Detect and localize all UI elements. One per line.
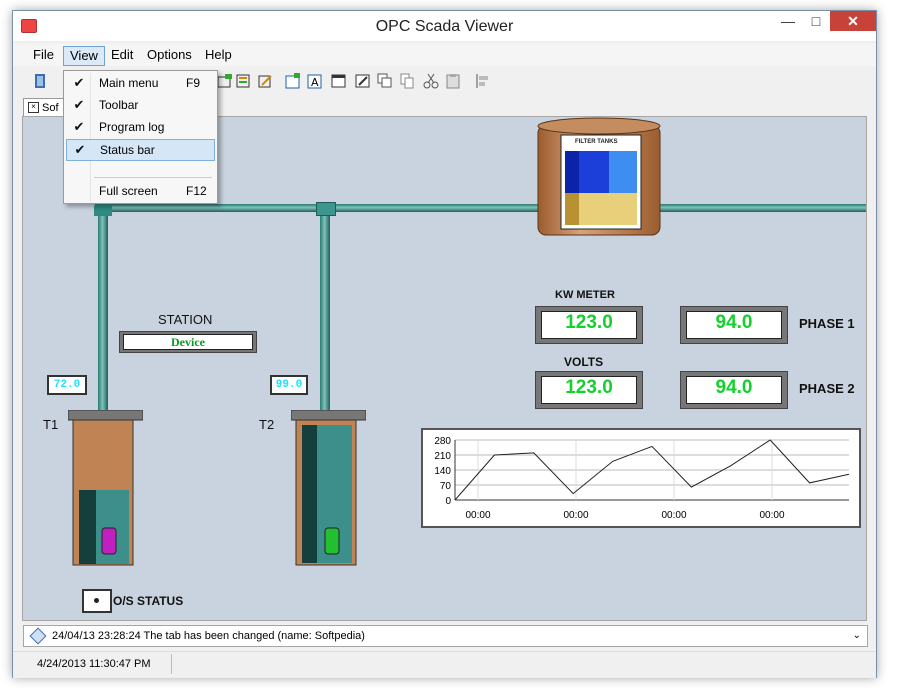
program-log[interactable]: 24/04/13 23:28:24 The tab has been chang… — [23, 625, 868, 647]
volts-value: 123.0 — [541, 376, 637, 404]
filter-tank — [537, 117, 661, 236]
device-label: Device — [123, 334, 253, 350]
os-status-label: O/S STATUS — [113, 594, 184, 608]
menu-view[interactable]: View — [63, 46, 105, 66]
kw-meter-label: KW METER — [555, 289, 615, 301]
view-menu: ✔ Main menu F9 ✔ Toolbar ✔ Program log ✔… — [63, 70, 218, 204]
text-tool-icon[interactable]: A — [307, 73, 323, 89]
layers-icon[interactable] — [377, 73, 393, 89]
phase2-label: PHASE 2 — [799, 381, 855, 396]
volts-display: 123.0 — [535, 371, 643, 409]
tab-close-icon[interactable]: × — [28, 102, 39, 113]
log-text: 24/04/13 23:28:24 The tab has been chang… — [52, 630, 365, 642]
device-display[interactable]: Device — [119, 331, 257, 353]
status-datetime: 4/24/2013 11:30:47 PM — [37, 658, 151, 670]
x-tick-label: 00:00 — [759, 510, 784, 521]
menu-item-program-log[interactable]: ✔ Program log — [66, 117, 213, 137]
main-window: OPC Scada Viewer — □ ✕ File View Edit Op… — [12, 10, 877, 678]
edit-icon[interactable] — [257, 73, 273, 89]
menu-file[interactable]: File — [27, 46, 60, 64]
align-icon[interactable] — [475, 73, 491, 89]
x-tick-label: 00:00 — [661, 510, 686, 521]
check-icon: ✔ — [73, 75, 85, 90]
menu-item-toolbar[interactable]: ✔ Toolbar — [66, 95, 213, 115]
tank2-label: T2 — [259, 417, 275, 432]
trend-chart-frame: 280 210 140 70 0 00:00 00:00 00:00 00:00 — [421, 428, 861, 528]
y-tick-label: 140 — [434, 466, 451, 477]
y-tick-label: 0 — [445, 496, 451, 507]
menu-help[interactable]: Help — [199, 46, 238, 64]
tank2 — [291, 410, 366, 566]
tank1 — [68, 410, 143, 566]
y-tick-label: 70 — [440, 481, 452, 492]
tab-label: Sof — [42, 102, 59, 114]
tank2-value: 99.0 — [270, 375, 308, 395]
volts-phase-display: 94.0 — [680, 371, 788, 409]
trend-chart: 280 210 140 70 0 00:00 00:00 00:00 00:00 — [434, 436, 850, 521]
log-info-icon — [29, 627, 47, 645]
station-label: STATION — [158, 312, 213, 327]
add-object-icon[interactable] — [217, 73, 233, 89]
maximize-button[interactable]: □ — [803, 11, 829, 31]
cut-icon[interactable] — [423, 73, 439, 89]
status-divider — [171, 654, 172, 674]
menu-item-main-menu[interactable]: ✔ Main menu F9 — [66, 73, 213, 93]
menu-edit[interactable]: Edit — [105, 46, 139, 64]
check-icon: ✔ — [73, 119, 85, 134]
menu-item-status-bar[interactable]: ✔ Status bar — [66, 139, 215, 161]
kw-meter-display: 123.0 — [535, 306, 643, 344]
exit-icon[interactable] — [33, 73, 49, 89]
phase1-label: PHASE 1 — [799, 316, 855, 331]
tank1-label: T1 — [43, 417, 59, 432]
kw-phase-value: 94.0 — [686, 311, 782, 339]
copy-icon[interactable] — [399, 73, 415, 89]
title-bar[interactable]: OPC Scada Viewer — □ ✕ — [13, 11, 876, 41]
menu-options[interactable]: Options — [141, 46, 198, 64]
menu-separator — [94, 177, 212, 178]
filter-tank-label: FILTER TANKS — [575, 139, 618, 145]
main-pipe — [98, 204, 866, 212]
status-dot-icon — [94, 598, 99, 603]
pipe-tee — [316, 202, 336, 216]
y-tick-label: 210 — [434, 451, 451, 462]
os-status-button[interactable] — [82, 589, 112, 613]
draw-icon[interactable] — [355, 73, 371, 89]
window-title: OPC Scada Viewer — [375, 18, 514, 35]
close-button[interactable]: ✕ — [830, 11, 876, 31]
new-page-icon[interactable] — [285, 73, 301, 89]
volts-phase-value: 94.0 — [686, 376, 782, 404]
svg-text:A: A — [311, 76, 319, 89]
kw-meter-value: 123.0 — [541, 311, 637, 339]
check-icon: ✔ — [73, 97, 85, 112]
menu-item-full-screen[interactable]: Full screen F12 — [66, 181, 213, 201]
volts-label: VOLTS — [564, 355, 604, 369]
check-icon: ✔ — [74, 142, 86, 157]
list-icon[interactable] — [235, 73, 251, 89]
tank1-value: 72.0 — [47, 375, 87, 395]
status-bar: 4/24/2013 11:30:47 PM — [13, 651, 876, 678]
menu-bar: File View Edit Options Help — [13, 44, 876, 66]
y-tick-label: 280 — [434, 436, 451, 447]
x-tick-label: 00:00 — [563, 510, 588, 521]
log-dropdown-icon[interactable]: ⌄ — [853, 626, 861, 646]
x-tick-label: 00:00 — [465, 510, 490, 521]
window-icon[interactable] — [331, 73, 347, 89]
kw-phase-display: 94.0 — [680, 306, 788, 344]
paste-icon[interactable] — [445, 73, 461, 89]
minimize-button[interactable]: — — [775, 11, 801, 31]
